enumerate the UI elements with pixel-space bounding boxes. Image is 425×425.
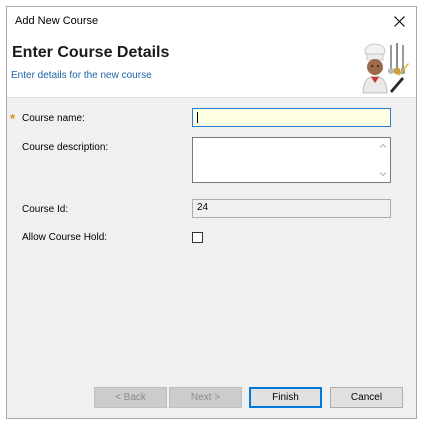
back-button[interactable]: < Back bbox=[94, 387, 167, 408]
course-description-textarea[interactable] bbox=[192, 137, 391, 183]
wizard-footer: < Back Next > Finish Cancel bbox=[7, 380, 416, 418]
course-description-label: Course description: bbox=[22, 142, 109, 153]
dialog-window: Add New Course Enter Course Details Ente… bbox=[6, 6, 417, 419]
next-button[interactable]: Next > bbox=[169, 387, 242, 408]
scroll-down-icon[interactable] bbox=[379, 170, 387, 178]
title-bar: Add New Course bbox=[7, 7, 416, 35]
wizard-header: Enter Course Details Enter details for t… bbox=[7, 35, 416, 98]
allow-course-hold-checkbox[interactable] bbox=[192, 232, 203, 243]
close-button[interactable] bbox=[382, 7, 416, 35]
course-name-input[interactable] bbox=[192, 108, 391, 127]
course-id-label: Course Id: bbox=[22, 204, 69, 215]
page-subtitle: Enter details for the new course bbox=[11, 70, 152, 81]
window-title: Add New Course bbox=[15, 15, 99, 27]
close-icon bbox=[393, 15, 405, 27]
cancel-button[interactable]: Cancel bbox=[330, 387, 403, 408]
text-caret bbox=[197, 112, 198, 123]
chef-utensils-icon bbox=[362, 43, 409, 94]
scroll-up-icon[interactable] bbox=[379, 142, 387, 150]
page-title: Enter Course Details bbox=[12, 44, 170, 61]
allow-course-hold-label: Allow Course Hold: bbox=[22, 232, 108, 243]
course-id-field: 24 bbox=[192, 199, 391, 218]
finish-button[interactable]: Finish bbox=[249, 387, 322, 408]
required-marker: * bbox=[10, 111, 16, 126]
course-name-label: Course name: bbox=[22, 113, 85, 124]
form-area: * Course name: Course description: Cours… bbox=[7, 98, 416, 380]
description-scrollbar[interactable] bbox=[377, 139, 389, 181]
